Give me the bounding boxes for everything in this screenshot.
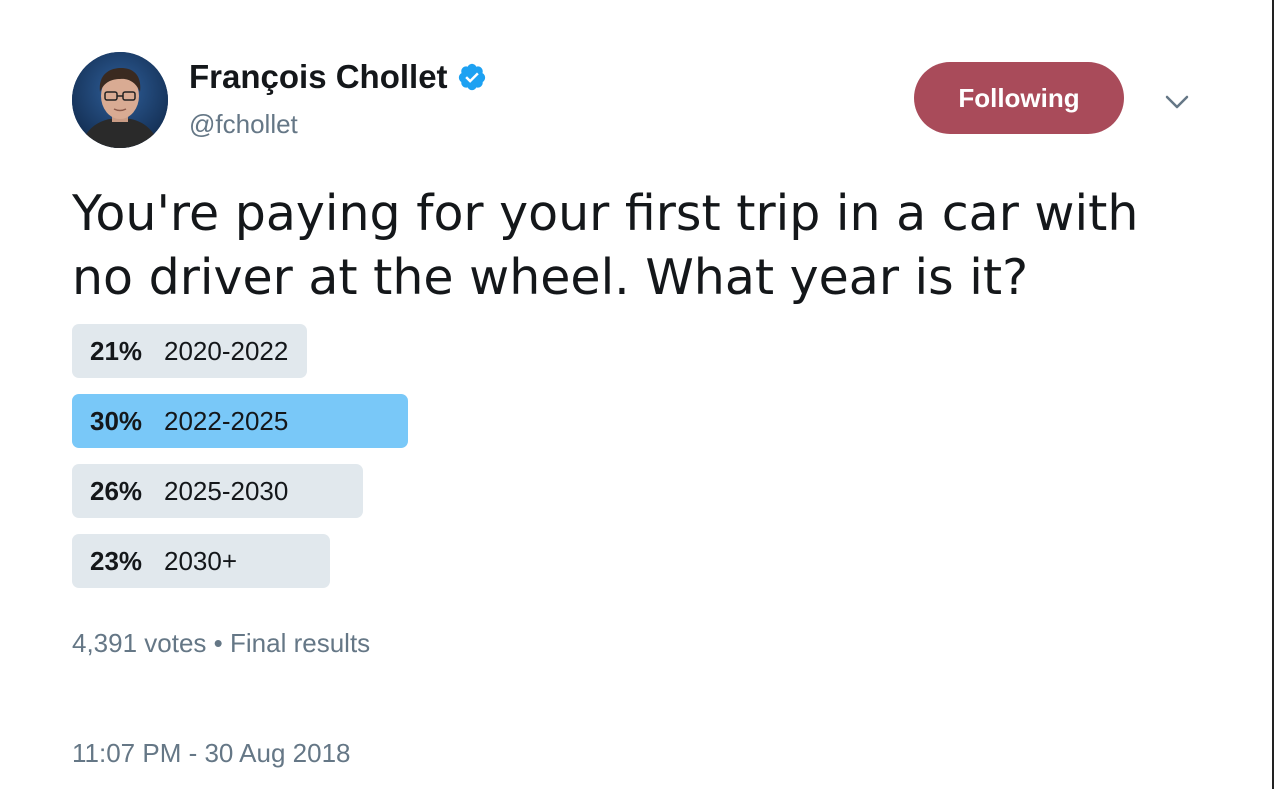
poll-option-label: 2030+: [164, 546, 238, 576]
tweet-text-line: You're paying for your first trip in a c…: [72, 185, 1139, 242]
poll-separator: •: [213, 628, 223, 658]
poll-percent: 30%: [90, 406, 143, 436]
tweet-text-line: no driver at the wheel. What year is it?: [72, 249, 1029, 306]
poll-percent: 23%: [90, 546, 143, 576]
following-button[interactable]: Following: [914, 62, 1124, 134]
poll-percent: 21%: [90, 336, 143, 366]
author-handle[interactable]: @fchollet: [189, 109, 298, 140]
author-name[interactable]: François Chollet: [189, 58, 487, 96]
verified-badge-icon: [458, 63, 485, 91]
avatar[interactable]: [72, 52, 168, 148]
poll-option-label: 2020-2022: [164, 336, 289, 366]
poll-option-label: 2025-2030: [164, 476, 289, 506]
author-name-text: François Chollet: [189, 58, 448, 95]
tweet-timestamp[interactable]: 11:07 PM - 30 Aug 2018: [72, 738, 351, 769]
poll-option-label: 2022-2025: [164, 406, 289, 436]
tweet-text: You're paying for your first trip in a c…: [72, 182, 1212, 310]
avatar-image: [72, 52, 168, 148]
poll-summary: 4,391 votes • Final results: [72, 628, 370, 659]
poll-percent: 26%: [90, 476, 143, 506]
poll-votes: 4,391 votes: [72, 628, 207, 658]
poll-status: Final results: [230, 628, 371, 658]
chevron-down-icon[interactable]: [1162, 90, 1192, 114]
tweet-card: François Chollet @fchollet Following You…: [0, 0, 1274, 789]
